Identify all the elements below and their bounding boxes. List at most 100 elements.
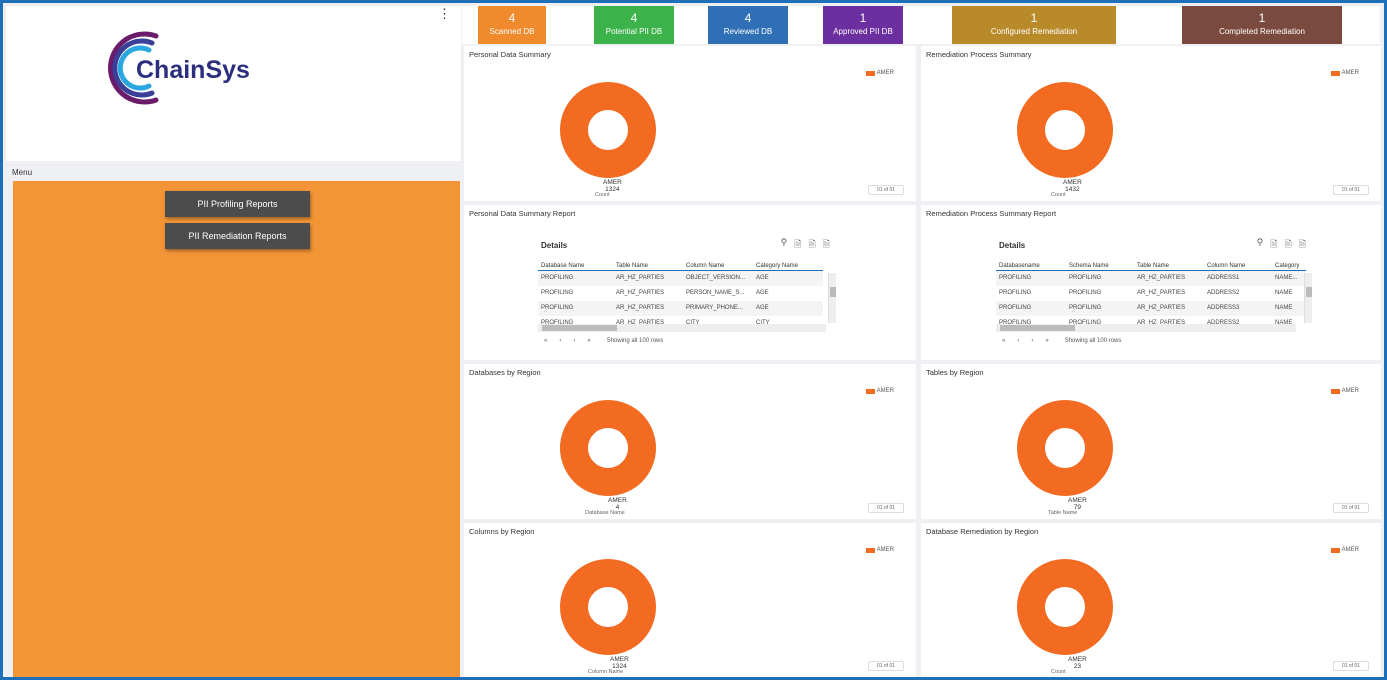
kpi-potential-pii-db[interactable]: 4 Potential PII DB <box>594 6 674 44</box>
prev-page-icon[interactable]: ‹ <box>559 338 561 344</box>
scroll-thumb[interactable] <box>542 325 617 331</box>
kpi-scanned-db[interactable]: 4 Scanned DB <box>478 6 546 44</box>
column-header[interactable]: Databasename <box>996 261 1066 271</box>
first-page-icon[interactable]: « <box>544 338 547 344</box>
column-header[interactable]: Category <box>1272 261 1306 271</box>
horizontal-scrollbar[interactable] <box>996 324 1296 332</box>
kpi-reviewed-db[interactable]: 4 Reviewed DB <box>708 6 788 44</box>
more-options-icon[interactable]: ⋮ <box>438 7 451 20</box>
donut-slice-amer[interactable] <box>1017 400 1113 496</box>
chart-legend[interactable]: AMER <box>1330 388 1359 394</box>
last-page-icon[interactable]: » <box>587 338 590 344</box>
slice-value: 23 <box>1073 663 1081 670</box>
kpi-configured-remediation[interactable]: 1 Configured Remediation <box>952 6 1116 44</box>
legend-label: AMER <box>1341 70 1359 76</box>
donut-slice-amer[interactable] <box>1017 82 1113 178</box>
scroll-thumb[interactable] <box>1000 325 1075 331</box>
chart-legend[interactable]: AMER <box>1330 70 1359 76</box>
menu-panel: PII Profiling Reports PII Remediation Re… <box>13 181 460 677</box>
chart-pager[interactable]: 01 of 01 <box>868 503 904 513</box>
table-toolbar: ⚲ 🗎 🗎 🗎 <box>1257 237 1306 253</box>
chart-legend[interactable]: AMER <box>865 388 894 394</box>
legend-label: AMER <box>876 547 894 553</box>
table-row[interactable]: PROFILING PROFILING AR_HZ_PARTIES ADDRESS1 N… <box>996 270 1306 286</box>
kpi-value: 1 <box>1030 11 1038 25</box>
table-footer: « ‹ › » Showing all 100 rows <box>1002 338 1121 344</box>
table-cell: AR_HZ_PARTIES <box>616 290 665 296</box>
legend-swatch <box>1330 388 1340 394</box>
kpi-label: Scanned DB <box>489 27 535 36</box>
export-pdf-icon[interactable]: 🗎 <box>1299 237 1306 253</box>
vertical-scrollbar[interactable] <box>1304 273 1312 323</box>
export-excel-icon[interactable]: 🗎 <box>809 237 816 253</box>
table-row[interactable]: PROFILING AR_HZ_PARTIES OBJECT_VERSION... A… <box>538 270 823 286</box>
last-page-icon[interactable]: » <box>1045 338 1048 344</box>
kpi-label: Configured Remediation <box>990 27 1078 36</box>
column-header[interactable]: Column Name <box>683 261 753 271</box>
chart-pager[interactable]: 01 of 01 <box>868 185 904 195</box>
table-cell: AGE <box>753 270 823 286</box>
next-page-icon[interactable]: › <box>573 338 575 344</box>
kpi-value: 4 <box>744 11 752 25</box>
vertical-scrollbar[interactable] <box>828 273 836 323</box>
slice-label: AMER 1324 <box>603 179 622 193</box>
personal-data-summary-card: Personal Data Summary AMER AMER 1324 Coun… <box>464 46 916 201</box>
card-title: Remediation Process Summary <box>926 50 1032 59</box>
next-page-icon[interactable]: › <box>1031 338 1033 344</box>
table-cell: NAME <box>1275 290 1293 296</box>
chart-pager[interactable]: 01 of 01 <box>868 661 904 671</box>
donut-slice-amer[interactable] <box>1017 559 1113 655</box>
search-icon[interactable]: ⚲ <box>1257 237 1264 253</box>
report-table-panel: Details ⚲ 🗎 🗎 🗎 Databasename Schema Name… <box>994 227 1312 355</box>
donut-slice-amer[interactable] <box>560 400 656 496</box>
horizontal-scrollbar[interactable] <box>538 324 826 332</box>
kpi-approved-pii-db[interactable]: 1 Approved PII DB <box>823 6 903 44</box>
kpi-label: Reviewed DB <box>723 27 773 36</box>
axis-note: Table Name <box>1048 510 1078 516</box>
pii-profiling-reports-button[interactable]: PII Profiling Reports <box>165 191 310 217</box>
column-header[interactable]: Category Name <box>753 261 823 271</box>
logo-panel: ⋮ ChainSys <box>6 6 461 161</box>
export-excel-icon[interactable]: 🗎 <box>1285 237 1292 253</box>
tables-by-region-card: Tables by Region AMER AMER 79 Table Name … <box>921 364 1381 519</box>
remediation-process-summary-card: Remediation Process Summary AMER AMER 143… <box>921 46 1381 201</box>
export-pdf-icon[interactable]: 🗎 <box>823 237 830 253</box>
card-title: Tables by Region <box>926 368 984 377</box>
column-header[interactable]: Column Name <box>1204 261 1272 271</box>
kpi-label: Approved PII DB <box>833 27 893 36</box>
table-row[interactable]: PROFILING PROFILING AR_HZ_PARTIES ADDRESS3 N… <box>996 300 1306 316</box>
donut-slice-amer[interactable] <box>560 82 656 178</box>
scroll-thumb[interactable] <box>1306 287 1312 297</box>
chart-pager[interactable]: 01 of 01 <box>1333 661 1369 671</box>
table-cell: AR_HZ_PARTIES <box>613 300 683 316</box>
scroll-thumb[interactable] <box>830 287 836 297</box>
first-page-icon[interactable]: « <box>1002 338 1005 344</box>
chart-legend[interactable]: AMER <box>865 70 894 76</box>
donut-slice-amer[interactable] <box>560 559 656 655</box>
axis-note: Count <box>1051 192 1066 198</box>
kpi-completed-remediation[interactable]: 1 Completed Remediation <box>1182 6 1342 44</box>
table-row[interactable]: PROFILING AR_HZ_PARTIES PRIMARY_PHONE... AG… <box>538 300 823 316</box>
prev-page-icon[interactable]: ‹ <box>1017 338 1019 344</box>
chart-pager[interactable]: 01 of 01 <box>1333 503 1369 513</box>
slice-name: AMER <box>1068 497 1087 504</box>
chart-legend[interactable]: AMER <box>1330 547 1359 553</box>
rows-count: Showing all 100 rows <box>606 338 664 344</box>
export-csv-icon[interactable]: 🗎 <box>794 237 801 253</box>
columns-by-region-card: Columns by Region AMER AMER 1324 Column N… <box>464 523 916 677</box>
export-csv-icon[interactable]: 🗎 <box>1270 237 1277 253</box>
kpi-label: Completed Remediation <box>1219 27 1305 36</box>
column-header[interactable]: Database Name <box>538 261 613 271</box>
table-cell: AGE <box>756 290 769 296</box>
chart-legend[interactable]: AMER <box>865 547 894 553</box>
table-cell: OBJECT_VERSION... <box>683 270 753 286</box>
table-row[interactable]: PROFILING PROFILING AR_HZ_PARTIES ADDRESS2 N… <box>996 286 1306 301</box>
chart-pager[interactable]: 01 of 01 <box>1333 185 1369 195</box>
column-header[interactable]: Schema Name <box>1066 261 1134 271</box>
column-header[interactable]: Table Name <box>613 261 683 271</box>
search-icon[interactable]: ⚲ <box>781 237 788 253</box>
column-header[interactable]: Table Name <box>1134 261 1204 271</box>
table-cell: PROFILING <box>541 290 574 296</box>
pii-remediation-reports-button[interactable]: PII Remediation Reports <box>165 223 310 249</box>
table-row[interactable]: PROFILING AR_HZ_PARTIES PERSON_NAME_S... AG… <box>538 286 823 301</box>
